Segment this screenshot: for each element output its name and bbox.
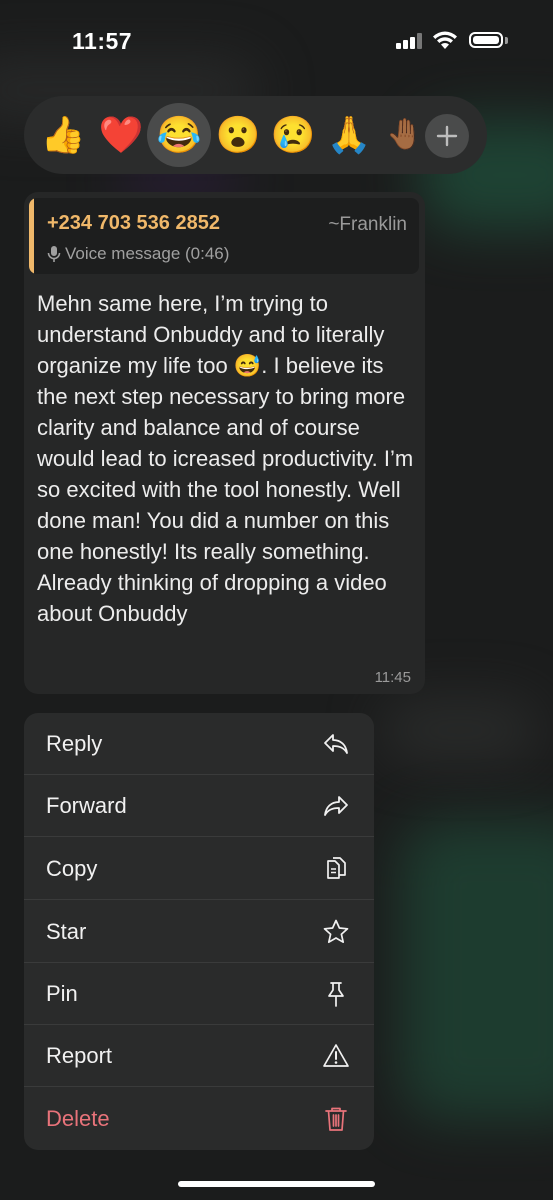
wifi-icon	[433, 31, 457, 49]
battery-icon	[469, 32, 503, 48]
menu-item-label: Star	[46, 919, 87, 944]
cellular-signal-icon	[396, 33, 424, 49]
quoted-message[interactable]: +234 703 536 2852 ~Franklin Voice messag…	[29, 198, 419, 274]
reaction-tears-of-joy[interactable]: 😂	[147, 103, 211, 167]
message-context-menu: Reply Forward Copy Star Pin Report Delet…	[24, 713, 374, 1150]
pin-icon	[328, 982, 344, 1007]
menu-item-delete[interactable]: Delete	[24, 1088, 374, 1150]
reaction-red-heart[interactable]: ❤️	[96, 110, 146, 160]
message-text: Mehn same here, I’m trying to understand…	[37, 291, 414, 626]
reaction-folded-hands[interactable]: 🙏	[324, 110, 374, 160]
quoted-subtitle: Voice message (0:46)	[65, 244, 230, 263]
reply-icon	[324, 734, 348, 754]
more-reactions-button[interactable]	[425, 114, 469, 158]
reaction-thumbs-up[interactable]: 👍	[38, 110, 88, 160]
status-time: 11:57	[72, 28, 133, 54]
quoted-voice-message: Voice message (0:46)	[47, 244, 229, 264]
trash-icon	[325, 1107, 347, 1131]
reaction-raised-hand[interactable]: 🤚🏾	[380, 110, 430, 160]
reaction-bar: 👍 ❤️ 😂 😮 😢 🙏 🤚🏾	[24, 96, 487, 174]
quoted-sender-name: ~Franklin	[328, 214, 407, 235]
status-bar: 11:57	[0, 0, 553, 80]
menu-item-label: Copy	[46, 856, 98, 881]
plus-icon	[436, 125, 458, 147]
message-bubble[interactable]: +234 703 536 2852 ~Franklin Voice messag…	[24, 192, 425, 694]
menu-item-label: Reply	[46, 731, 103, 756]
star-icon	[323, 919, 349, 944]
menu-item-star[interactable]: Star	[24, 901, 374, 963]
menu-item-forward[interactable]: Forward	[24, 775, 374, 837]
menu-item-label: Delete	[46, 1106, 110, 1131]
home-indicator[interactable]	[178, 1181, 375, 1187]
forward-icon	[324, 796, 348, 816]
reaction-face-open-mouth[interactable]: 😮	[213, 110, 263, 160]
menu-item-label: Forward	[46, 793, 127, 818]
copy-icon	[327, 857, 346, 879]
message-timestamp: 11:45	[374, 669, 411, 686]
menu-item-copy[interactable]: Copy	[24, 838, 374, 900]
menu-item-label: Report	[46, 1043, 113, 1068]
microphone-icon	[47, 246, 61, 262]
quoted-sender-phone: +234 703 536 2852	[47, 212, 220, 234]
reaction-crying-face[interactable]: 😢	[268, 110, 318, 160]
menu-item-label: Pin	[46, 981, 78, 1006]
menu-item-report[interactable]: Report	[24, 1025, 374, 1087]
menu-item-pin[interactable]: Pin	[24, 963, 374, 1025]
menu-item-reply[interactable]: Reply	[24, 713, 374, 775]
warning-icon	[323, 1044, 349, 1067]
